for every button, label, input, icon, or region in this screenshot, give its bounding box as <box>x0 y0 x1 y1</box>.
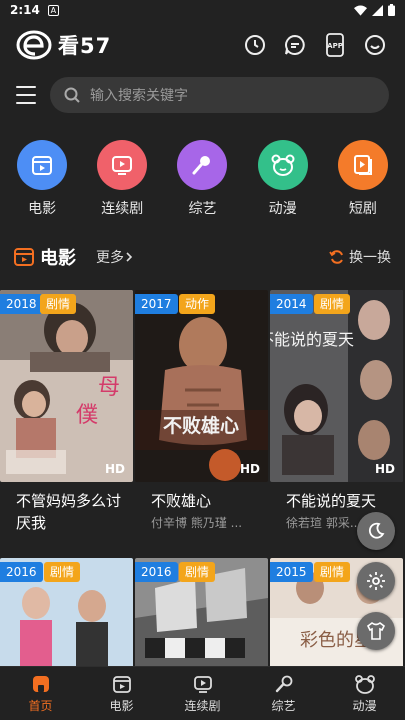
app-icon-label: APP <box>327 42 343 50</box>
history-icon[interactable] <box>241 31 269 59</box>
quality-badge: HD <box>239 462 260 476</box>
category-label: 综艺 <box>188 201 217 217</box>
nav-home[interactable]: 首页 <box>0 667 81 720</box>
status-time: 2:14 <box>10 3 40 17</box>
bottom-nav: 首页 电影 连续剧 综艺 动漫 <box>0 666 405 720</box>
category-label: 短剧 <box>348 201 377 217</box>
category-label: 动漫 <box>268 201 297 217</box>
refresh-icon <box>329 250 343 264</box>
profile-icon[interactable] <box>361 31 389 59</box>
poster-text: 不能说的夏天 <box>270 330 354 349</box>
year-badge: 2016 <box>0 562 43 582</box>
nav-label: 动漫 <box>352 698 377 713</box>
genre-badge: 剧情 <box>179 562 216 582</box>
tv-icon <box>97 140 148 190</box>
movie-cast: 付辛博 熊乃瑾 ... <box>151 516 243 530</box>
movie-poster: 2016 剧情 <box>0 558 133 668</box>
category-movie[interactable]: 电影 <box>9 140 75 220</box>
app-name: 看57 <box>58 34 112 58</box>
movie-card[interactable]: 2016 剧情 <box>135 558 270 668</box>
status-icons <box>354 4 395 16</box>
movie-grid: 母 僕 2018 剧情 HD 不管妈妈多么讨厌我 不败雄心 2017 动作 HD… <box>0 290 405 668</box>
nav-label: 连续剧 <box>184 698 221 713</box>
signal-icon <box>372 4 383 16</box>
genre-badge: 剧情 <box>314 294 351 314</box>
app-icon[interactable]: APP <box>321 31 349 59</box>
movie-poster: 母 僕 2018 剧情 HD <box>0 290 133 482</box>
movie-section-header: 电影 更多 换一换 <box>0 240 405 274</box>
refresh-button[interactable]: 换一换 <box>329 247 391 267</box>
shirt-icon[interactable] <box>357 612 395 650</box>
movie-card[interactable]: 2016 剧情 <box>0 558 135 668</box>
poster-text: 僕 <box>76 403 98 428</box>
section-title: 电影 <box>40 248 76 269</box>
film-icon <box>17 140 68 190</box>
search-row: 输入搜索关键字 <box>0 75 405 115</box>
nav-label: 综艺 <box>271 698 296 713</box>
moon-icon[interactable] <box>357 512 395 550</box>
search-icon <box>64 87 80 103</box>
film-icon <box>14 248 34 266</box>
category-label: 电影 <box>28 201 57 217</box>
settings-icon[interactable] <box>357 562 395 600</box>
battery-icon <box>388 4 395 16</box>
year-badge: 2014 <box>270 294 313 314</box>
chevron-right-icon <box>126 252 133 262</box>
genre-badge: 剧情 <box>40 294 77 314</box>
movie-card[interactable]: 不能说的夏天 2014 剧情 HD 不能说的夏天 徐若瑄 郭采... <box>270 290 405 534</box>
quality-badge: HD <box>104 462 125 476</box>
refresh-label: 换一换 <box>349 250 391 266</box>
movie-poster: 2016 剧情 <box>135 558 268 668</box>
year-badge: 2017 <box>135 294 178 314</box>
movie-title: 不管妈妈多么讨厌我 <box>16 492 122 532</box>
category-anime[interactable]: 动漫 <box>250 140 316 220</box>
short-drama-icon <box>337 140 388 190</box>
category-variety[interactable]: 综艺 <box>169 140 235 220</box>
more-link[interactable]: 更多 <box>96 247 134 267</box>
microphone-icon <box>177 140 228 190</box>
tv-icon <box>193 675 212 693</box>
message-icon[interactable] <box>281 31 309 59</box>
app-logo[interactable]: 看57 <box>16 30 111 60</box>
genre-badge: 剧情 <box>314 562 351 582</box>
category-short-drama[interactable]: 短剧 <box>330 140 396 220</box>
movie-card[interactable]: 不败雄心 2017 动作 HD 不败雄心 付辛博 熊乃瑾 ... <box>135 290 270 534</box>
category-series[interactable]: 连续剧 <box>89 140 155 220</box>
search-input[interactable]: 输入搜索关键字 <box>50 77 389 113</box>
movie-poster: 不败雄心 2017 动作 HD <box>135 290 268 482</box>
year-badge: 2015 <box>270 562 313 582</box>
wifi-icon <box>354 5 367 16</box>
nav-movie[interactable]: 电影 <box>81 667 162 720</box>
category-label: 连续剧 <box>101 201 144 217</box>
movie-card[interactable]: 母 僕 2018 剧情 HD 不管妈妈多么讨厌我 <box>0 290 135 534</box>
year-badge: 2016 <box>135 562 178 582</box>
nav-series[interactable]: 连续剧 <box>162 667 243 720</box>
movie-poster: 不能说的夏天 2014 剧情 HD <box>270 290 403 482</box>
menu-icon[interactable] <box>16 86 36 104</box>
more-label: 更多 <box>96 250 124 266</box>
nav-variety[interactable]: 综艺 <box>243 667 324 720</box>
logo-icon <box>16 30 52 60</box>
home-icon <box>32 675 49 692</box>
status-bar: 2:14 A <box>0 0 405 20</box>
floating-actions <box>357 512 395 650</box>
nav-label: 电影 <box>109 698 134 713</box>
microphone-icon <box>275 675 292 692</box>
poster-text: 母 <box>98 375 120 400</box>
genre-badge: 剧情 <box>44 562 81 582</box>
year-badge: 2018 <box>0 294 43 314</box>
app-header: 看57 APP <box>0 20 405 70</box>
bear-icon <box>257 140 308 190</box>
bear-icon <box>354 674 375 694</box>
poster-text: 不败雄心 <box>163 414 239 437</box>
film-icon <box>112 675 131 693</box>
search-placeholder: 输入搜索关键字 <box>90 88 188 104</box>
nav-label: 首页 <box>28 698 53 713</box>
notification-icon: A <box>47 4 59 16</box>
nav-anime[interactable]: 动漫 <box>324 667 405 720</box>
genre-badge: 动作 <box>179 294 216 314</box>
category-nav: 电影 连续剧 综艺 动漫 短剧 <box>0 140 405 220</box>
quality-badge: HD <box>374 462 395 476</box>
